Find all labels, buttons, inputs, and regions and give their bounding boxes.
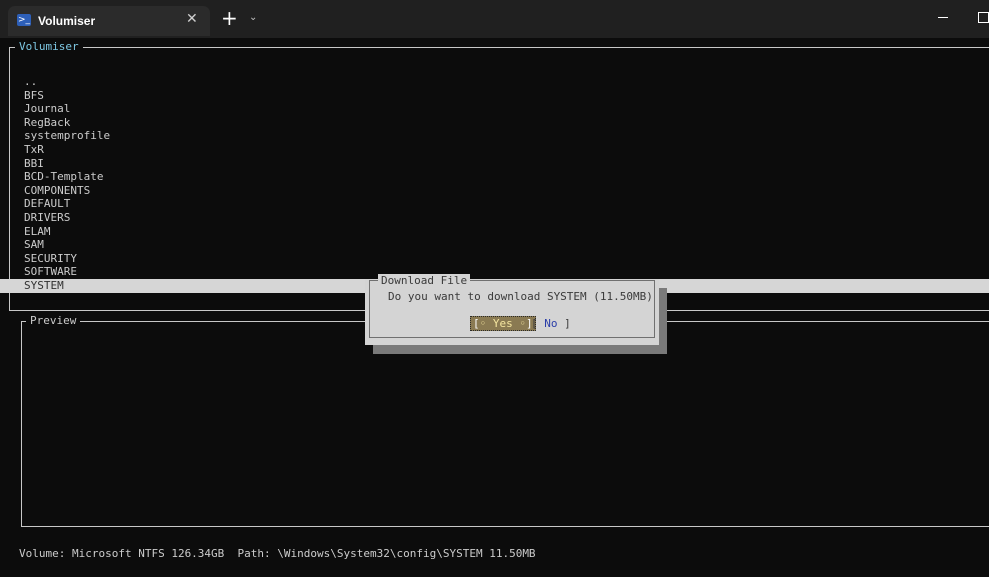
- list-item[interactable]: BCD-Template: [0, 170, 989, 184]
- powershell-icon: >_: [17, 14, 31, 26]
- file-list[interactable]: .. BFS Journal RegBack systemprofile TxR BBI BC…: [0, 75, 989, 293]
- no-button-label: No: [544, 317, 558, 330]
- status-line: Volume: Microsoft NTFS 126.34GB Path: \W…: [19, 547, 536, 560]
- list-item[interactable]: RegBack: [0, 116, 989, 130]
- chevron-down-icon[interactable]: ⌄: [249, 12, 257, 23]
- list-item[interactable]: SECURITY: [0, 252, 989, 266]
- preview-title: Preview: [26, 314, 81, 328]
- list-item[interactable]: BBI: [0, 157, 989, 171]
- list-item[interactable]: SAM: [0, 238, 989, 252]
- minimize-icon[interactable]: [938, 10, 952, 24]
- maximize-icon[interactable]: [978, 12, 989, 23]
- panel-title: Volumiser: [15, 40, 83, 54]
- list-item[interactable]: COMPONENTS: [0, 184, 989, 198]
- close-tab-icon[interactable]: ✕: [186, 11, 198, 27]
- no-button[interactable]: [ No ]: [531, 317, 571, 330]
- title-bar: >_ Volumiser ✕ + ⌄: [0, 0, 989, 38]
- list-item[interactable]: TxR: [0, 143, 989, 157]
- dialog-title: Download File: [378, 274, 471, 287]
- new-tab-button[interactable]: +: [221, 6, 238, 30]
- dialog-message: Do you want to download SYSTEM (11.50MB): [388, 290, 653, 303]
- list-item[interactable]: systemprofile: [0, 129, 989, 143]
- list-item[interactable]: ELAM: [0, 225, 989, 239]
- terminal-area: Volumiser .. BFS Journal RegBack systemprofi…: [0, 38, 989, 577]
- yes-button[interactable]: [◦ Yes ◦]: [470, 316, 536, 331]
- list-item[interactable]: ..: [0, 75, 989, 89]
- list-item[interactable]: SOFTWARE: [0, 265, 989, 279]
- tab-volumiser[interactable]: >_ Volumiser ✕: [8, 6, 210, 36]
- list-item[interactable]: DEFAULT: [0, 197, 989, 211]
- tab-title: Volumiser: [38, 14, 96, 28]
- list-item[interactable]: Journal: [0, 102, 989, 116]
- dialog-frame: Download File Do you want to download SY…: [369, 274, 655, 338]
- list-item[interactable]: BFS: [0, 89, 989, 103]
- list-item[interactable]: DRIVERS: [0, 211, 989, 225]
- download-dialog: Download File Do you want to download SY…: [365, 274, 659, 345]
- yes-button-label: Yes: [492, 317, 513, 330]
